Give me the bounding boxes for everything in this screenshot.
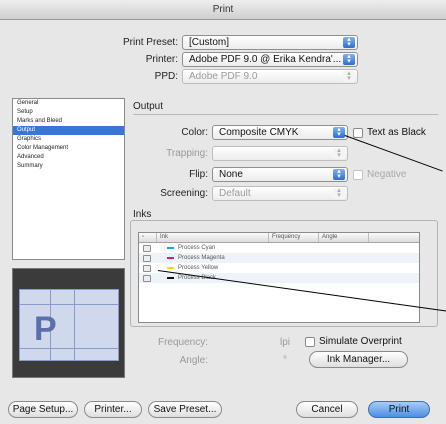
- column-angle[interactable]: Angle: [319, 233, 369, 242]
- popup-arrows-icon: ▴ ▾: [333, 147, 345, 159]
- sidebar-item-marks-and-bleed[interactable]: Marks and Bleed: [13, 117, 124, 126]
- category-list[interactable]: General Setup Marks and Bleed Output Gra…: [12, 98, 125, 260]
- sidebar-item-general[interactable]: General: [13, 99, 124, 108]
- ppd-label: PPD:: [154, 71, 178, 82]
- screening-value: Default: [219, 188, 251, 199]
- color-label: Color:: [181, 127, 208, 138]
- output-section-title: Output: [133, 101, 164, 112]
- trapping-label: Trapping:: [166, 148, 208, 159]
- flip-popup[interactable]: None ▴ ▾: [212, 167, 348, 182]
- printer-icon[interactable]: [143, 264, 151, 272]
- text-as-black-label: Text as Black: [367, 127, 426, 138]
- print-preset-label: Print Preset:: [122, 37, 178, 48]
- column-ink[interactable]: Ink: [157, 233, 269, 242]
- text-as-black-checkbox[interactable]: [353, 128, 363, 138]
- printer-popup[interactable]: Adobe PDF 9.0 @ Erika Kendra'... ▴ ▾: [182, 52, 358, 67]
- ppd-value: Adobe PDF 9.0: [189, 71, 258, 82]
- ink-row-cyan[interactable]: Process Cyan: [139, 243, 419, 253]
- frequency-label: Frequency:: [157, 337, 208, 348]
- ink-row-black[interactable]: Process Black: [139, 273, 419, 283]
- ink-swatch: [167, 247, 174, 249]
- cancel-button[interactable]: Cancel: [296, 401, 358, 418]
- print-column-icon: ▫: [139, 233, 157, 242]
- sidebar-item-setup[interactable]: Setup: [13, 108, 124, 117]
- output-divider: [133, 114, 438, 115]
- page-preview: P: [12, 268, 125, 378]
- sidebar-item-advanced[interactable]: Advanced: [13, 153, 124, 162]
- popup-arrows-icon: ▴ ▾: [333, 168, 345, 180]
- inks-section-title: Inks: [133, 209, 152, 220]
- simulate-overprint-checkbox[interactable]: [305, 337, 315, 347]
- popup-arrows-icon: ▴ ▾: [333, 187, 345, 199]
- callout-line: [344, 135, 443, 172]
- ink-swatch: [167, 267, 174, 269]
- popup-arrows-icon: ▴ ▾: [333, 126, 345, 138]
- ppd-popup[interactable]: Adobe PDF 9.0 ▴ ▾: [182, 69, 358, 84]
- negative-label: Negative: [367, 169, 407, 180]
- ink-manager-button[interactable]: Ink Manager...: [309, 351, 408, 368]
- column-frequency[interactable]: Frequency: [269, 233, 319, 242]
- printer-icon[interactable]: [143, 274, 151, 282]
- sidebar-item-color-management[interactable]: Color Management: [13, 144, 124, 153]
- trapping-popup[interactable]: ▴ ▾: [212, 146, 348, 161]
- printer-value: Adobe PDF 9.0 @ Erika Kendra'...: [189, 54, 342, 65]
- ink-name: Process Magenta: [178, 255, 225, 261]
- print-button[interactable]: Print: [368, 401, 430, 418]
- flip-label: Flip:: [189, 169, 208, 180]
- printer-icon[interactable]: [143, 254, 151, 262]
- popup-arrows-icon: ▴ ▾: [343, 53, 355, 65]
- popup-arrows-icon: ▴ ▾: [343, 70, 355, 82]
- printer-icon[interactable]: [143, 244, 151, 252]
- printer-button[interactable]: Printer...: [84, 401, 142, 418]
- print-preset-value: [Custom]: [189, 37, 230, 48]
- angle-label: Angle:: [179, 355, 208, 366]
- preview-page: P: [19, 289, 119, 361]
- printer-label: Printer:: [145, 54, 178, 65]
- flip-value: None: [219, 169, 243, 180]
- inks-table-header: ▫ Ink Frequency Angle: [139, 233, 419, 243]
- ink-row-magenta[interactable]: Process Magenta: [139, 253, 419, 263]
- ink-name: Process Yellow: [178, 265, 219, 271]
- sidebar-item-output[interactable]: Output: [13, 126, 124, 135]
- save-preset-button[interactable]: Save Preset...: [148, 401, 222, 418]
- preview-glyph: P: [34, 310, 57, 348]
- simulate-overprint-label: Simulate Overprint: [319, 336, 402, 347]
- popup-arrows-icon: ▴ ▾: [343, 36, 355, 48]
- window-title: Print: [212, 4, 234, 15]
- sidebar-item-summary[interactable]: Summary: [13, 162, 124, 171]
- ink-name: Process Cyan: [178, 245, 216, 251]
- sidebar-item-graphics[interactable]: Graphics: [13, 135, 124, 144]
- screening-label: Screening:: [160, 188, 208, 199]
- ink-row-yellow[interactable]: Process Yellow: [139, 263, 419, 273]
- ink-swatch: [167, 277, 174, 279]
- page-setup-button[interactable]: Page Setup...: [8, 401, 78, 418]
- title-bar: Print: [0, 0, 446, 20]
- frequency-unit: lpi: [280, 337, 291, 348]
- ink-swatch: [167, 257, 174, 259]
- color-value: Composite CMYK: [219, 127, 299, 138]
- screening-popup[interactable]: Default ▴ ▾: [212, 186, 348, 201]
- color-popup[interactable]: Composite CMYK ▴ ▾: [212, 125, 348, 140]
- inks-table[interactable]: ▫ Ink Frequency Angle Process Cyan Proce…: [138, 232, 420, 323]
- angle-unit: °: [283, 355, 287, 366]
- negative-checkbox[interactable]: [353, 170, 363, 180]
- print-preset-popup[interactable]: [Custom] ▴ ▾: [182, 35, 358, 50]
